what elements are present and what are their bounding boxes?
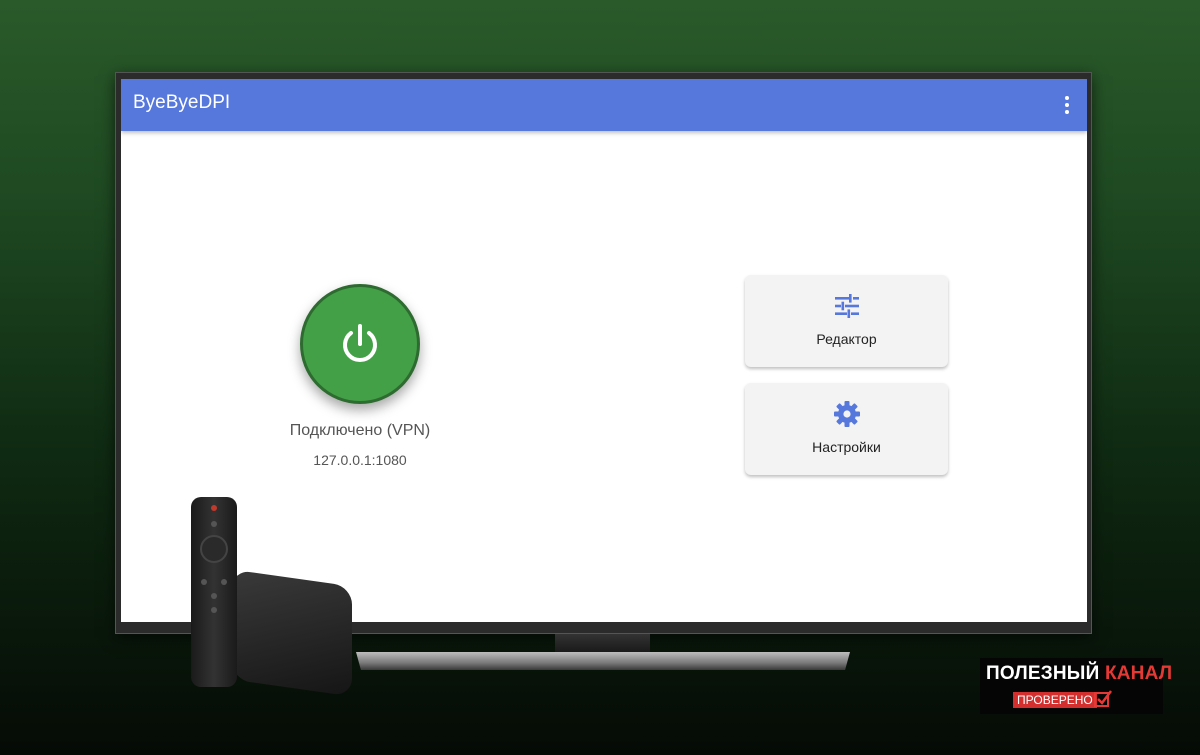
app-title: ByeByeDPI [133,92,231,113]
connection-status: Подключено (VPN) [289,422,431,439]
watermark-subtitle: ПРОВЕРЕНО [1013,692,1097,708]
remote-control [191,497,237,687]
checkbox-check-icon [1094,690,1112,707]
watermark-title-main: ПОЛЕЗНЫЙ [986,663,1100,684]
tv-stand-base [356,652,850,670]
editor-button-label: Редактор [816,331,877,347]
connect-toggle-button[interactable] [300,284,420,404]
tv-box-device [232,569,352,697]
gear-icon [833,401,860,427]
settings-button-label: Настройки [812,439,881,455]
tv-stand-neck [555,634,650,652]
watermark-title-accent: КАНАЛ [1104,663,1173,684]
power-icon [343,324,377,362]
editor-button[interactable]: Редактор [745,275,948,367]
tune-sliders-icon [834,294,859,318]
app-bar: ByeByeDPI [121,79,1087,131]
settings-button[interactable]: Настройки [745,383,948,475]
proxy-address: 127.0.0.1:1080 [313,452,407,468]
watermark-badge: ПОЛЕЗНЫЙ КАНАЛ ПРОВЕРЕНО [980,658,1172,714]
more-vert-icon[interactable] [1057,91,1077,119]
app-screen: ByeByeDPI Подключено (VPN) 127.0.0.1:108… [121,79,1087,622]
